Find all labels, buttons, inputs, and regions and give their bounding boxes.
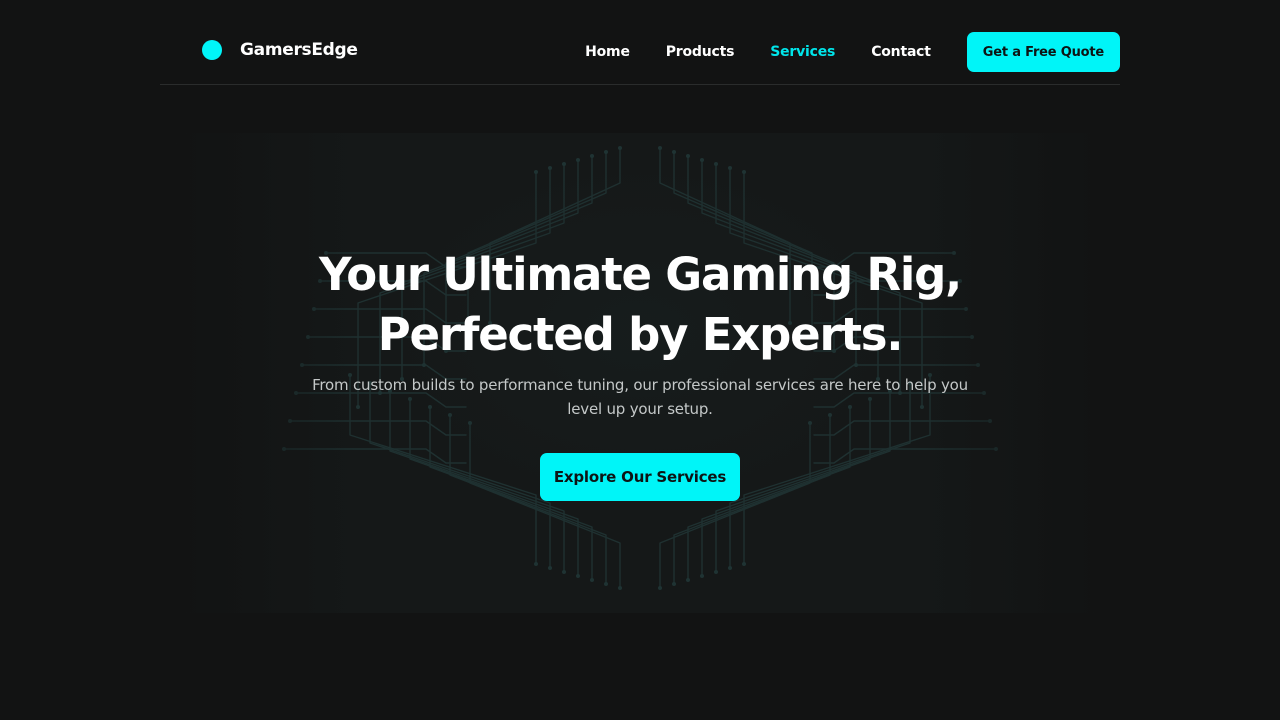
logo-dot-icon xyxy=(202,40,222,60)
hero-subtitle: From custom builds to performance tuning… xyxy=(312,376,968,418)
page: GamersEdge Home Products Services Contac… xyxy=(0,0,1280,720)
brand[interactable]: GamersEdge xyxy=(202,40,358,60)
get-quote-button[interactable]: Get a Free Quote xyxy=(966,32,1120,72)
brand-name: GamersEdge xyxy=(240,40,358,60)
nav-link-home[interactable]: Home xyxy=(585,32,630,72)
explore-services-button[interactable]: Explore Our Services xyxy=(540,453,740,501)
hero-title: Your Ultimate Gaming Rig, Perfected by E… xyxy=(176,245,1104,365)
nav-link-services[interactable]: Services xyxy=(770,32,835,72)
hero-title-line-1: Your Ultimate Gaming Rig, xyxy=(318,248,962,301)
nav-link-products[interactable]: Products xyxy=(666,32,735,72)
hero-section: Your Ultimate Gaming Rig, Perfected by E… xyxy=(176,133,1104,613)
nav-link-contact[interactable]: Contact xyxy=(871,32,931,72)
main-nav: Home Products Services Contact Get a Fre… xyxy=(585,32,1120,72)
site-header: GamersEdge Home Products Services Contac… xyxy=(160,0,1120,85)
hero-title-line-2: Perfected by Experts. xyxy=(377,308,904,361)
